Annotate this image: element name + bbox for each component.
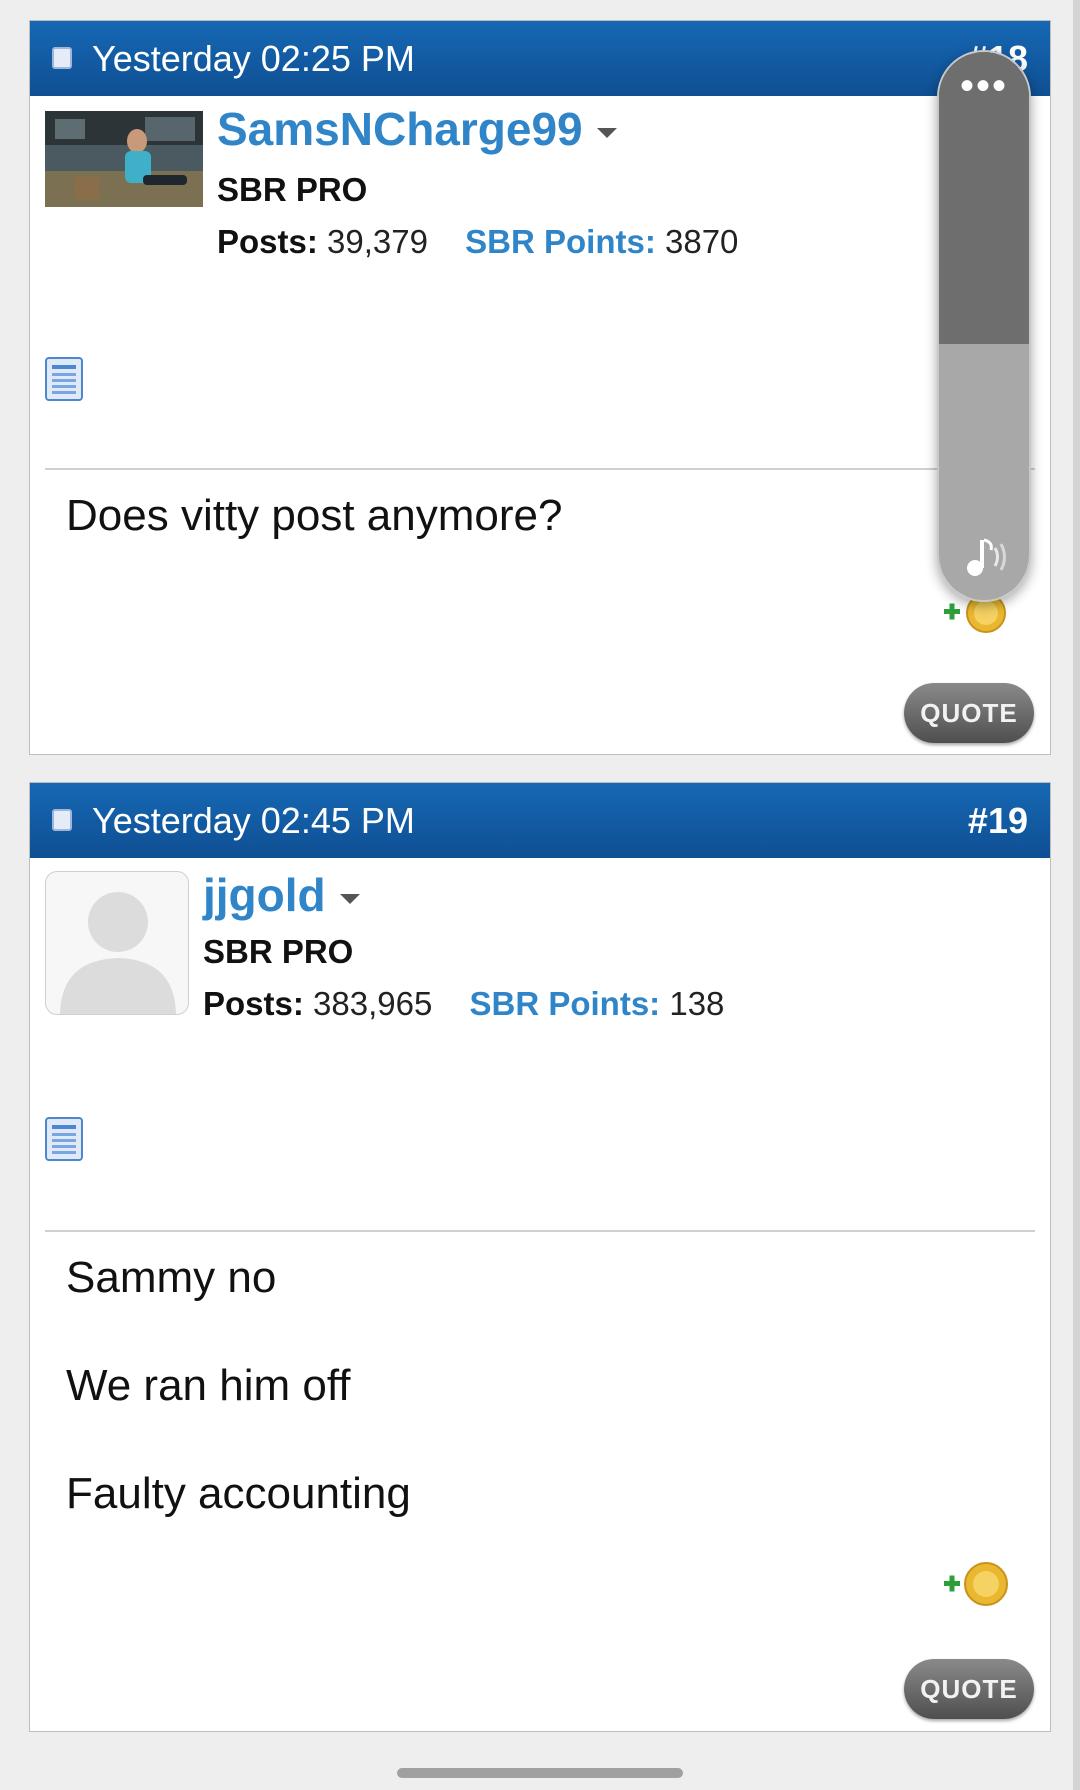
posts-label: Posts: xyxy=(203,985,304,1022)
username-link[interactable]: SamsNCharge99 xyxy=(217,103,617,155)
posts-label: Posts: xyxy=(217,223,318,260)
add-points-coin-icon[interactable] xyxy=(940,1559,1012,1609)
user-avatar[interactable] xyxy=(45,111,203,207)
posts-count: 39,379 xyxy=(327,223,428,260)
post-divider xyxy=(45,1230,1035,1232)
post-number-link[interactable]: #19 xyxy=(968,801,1028,841)
home-indicator[interactable] xyxy=(397,1768,683,1778)
post-message-line: Sammy no xyxy=(66,1253,277,1302)
user-rank: SBR PRO xyxy=(217,171,368,208)
post-header: Yesterday 02:25 PM #18 xyxy=(30,21,1050,96)
avatar-photo-image xyxy=(45,111,203,207)
post-divider xyxy=(45,468,1035,470)
post-header: Yesterday 02:45 PM #19 xyxy=(30,783,1050,858)
post-date: Yesterday 02:25 PM xyxy=(92,38,415,79)
user-menu-caret-icon[interactable] xyxy=(339,893,360,904)
username-text: SamsNCharge99 xyxy=(217,103,583,155)
quote-button[interactable]: QUOTE xyxy=(904,1659,1034,1719)
page-scroll-edge xyxy=(1073,0,1080,1790)
forum-post: Yesterday 02:25 PM #18 SamsNCharge99 SBR… xyxy=(29,20,1051,755)
document-icon xyxy=(45,357,83,401)
username-text: jjgold xyxy=(203,869,326,921)
forum-post: Yesterday 02:45 PM #19 jjgold SBR PRO Po… xyxy=(29,782,1051,1732)
quote-button[interactable]: QUOTE xyxy=(904,683,1034,743)
post-icon xyxy=(52,809,72,831)
post-date: Yesterday 02:45 PM xyxy=(92,800,415,841)
sbr-points-label[interactable]: SBR Points: xyxy=(470,985,661,1022)
user-stats: Posts: 39,379 SBR Points: 3870 xyxy=(217,223,738,261)
default-avatar-icon xyxy=(60,892,176,1014)
more-icon[interactable]: ••• xyxy=(939,66,1029,106)
user-avatar[interactable] xyxy=(45,871,189,1015)
post-message-line: Does vitty post anymore? xyxy=(66,491,563,540)
user-rank: SBR PRO xyxy=(203,933,354,970)
username-link[interactable]: jjgold xyxy=(203,869,360,921)
floating-side-panel[interactable]: ••• xyxy=(937,50,1031,602)
sound-icon[interactable] xyxy=(961,534,1011,580)
posts-count: 383,965 xyxy=(313,985,433,1022)
post-message-line: Faulty accounting xyxy=(66,1469,411,1518)
user-menu-caret-icon[interactable] xyxy=(596,127,617,138)
post-message-line: We ran him off xyxy=(66,1361,351,1410)
document-icon xyxy=(45,1117,83,1161)
sbr-points-value: 138 xyxy=(669,985,725,1022)
sbr-points-value: 3870 xyxy=(664,223,739,260)
post-icon xyxy=(52,47,72,69)
user-stats: Posts: 383,965 SBR Points: 138 xyxy=(203,985,724,1023)
sbr-points-label[interactable]: SBR Points: xyxy=(465,223,656,260)
